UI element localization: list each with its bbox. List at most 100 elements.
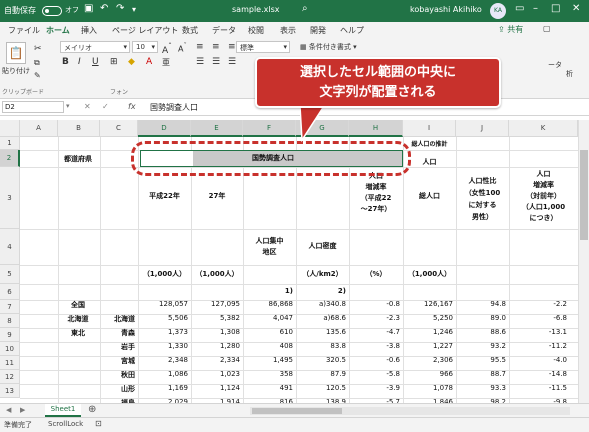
cell-i12[interactable]: 966 <box>403 370 453 378</box>
cell-k13[interactable]: -11.5 <box>509 384 567 392</box>
cell-h5[interactable]: （%） <box>349 269 403 279</box>
save-icon[interactable]: ▣ <box>84 3 93 14</box>
phonetic-icon[interactable]: 亜 <box>162 57 170 68</box>
formula-input[interactable]: 国勢調査人口 <box>150 102 198 113</box>
cell-f4[interactable]: 人口集中 地区 <box>243 236 296 258</box>
col-header-k[interactable]: K <box>509 120 578 137</box>
align-top-icon[interactable]: ≡ <box>196 42 204 52</box>
row-header-5[interactable]: 5 <box>0 265 20 284</box>
cell-f6[interactable]: 1) <box>243 287 293 295</box>
col-header-a[interactable]: A <box>20 120 58 137</box>
minimize-icon[interactable]: – <box>533 3 538 14</box>
customize-qat-icon[interactable]: ▾ <box>132 5 136 14</box>
cell-g9[interactable]: 135.6 <box>296 328 346 336</box>
cell-f8[interactable]: 4,047 <box>243 314 293 322</box>
bold-icon[interactable]: B <box>62 57 69 67</box>
cancel-icon[interactable]: ✕ <box>84 102 91 111</box>
fill-color-icon[interactable]: ◆ <box>128 57 135 67</box>
cell-h13[interactable]: -3.9 <box>349 384 400 392</box>
row-header-6[interactable]: 6 <box>0 284 20 300</box>
h-scrollbar-thumb[interactable] <box>252 408 342 414</box>
cell-d9[interactable]: 1,373 <box>138 328 188 336</box>
cell-b7[interactable]: 全国 <box>58 300 98 310</box>
cell-g4[interactable]: 人口密度 <box>296 241 349 251</box>
tab-page-layout[interactable]: ページ レイアウト <box>112 25 178 36</box>
cell-g5[interactable]: （人/km2） <box>296 269 349 279</box>
row-header-7[interactable]: 7 <box>0 300 20 314</box>
cell-i10[interactable]: 1,227 <box>403 342 453 350</box>
paste-icon[interactable]: 📋 <box>6 42 26 64</box>
cell-e11[interactable]: 2,334 <box>191 356 240 364</box>
align-middle-icon[interactable]: ≡ <box>212 42 220 52</box>
align-left-icon[interactable]: ☰ <box>196 57 204 67</box>
cell-i11[interactable]: 2,306 <box>403 356 453 364</box>
cell-j12[interactable]: 88.7 <box>456 370 506 378</box>
analyze-data-label[interactable]: ータ <box>548 60 562 70</box>
cell-b2[interactable]: 都道府県 <box>64 154 92 164</box>
cell-f10[interactable]: 408 <box>243 342 293 350</box>
row-header-13[interactable]: 13 <box>0 384 20 398</box>
cell-g8[interactable]: a)68.6 <box>296 314 346 322</box>
font-size-select[interactable]: 10 ▾ <box>132 41 158 53</box>
cell-k7[interactable]: -2.2 <box>509 300 567 308</box>
italic-icon[interactable]: I <box>78 57 81 67</box>
cell-j9[interactable]: 88.6 <box>456 328 506 336</box>
cell-k12[interactable]: -14.8 <box>509 370 567 378</box>
cell-i9[interactable]: 1,246 <box>403 328 453 336</box>
row-header-11[interactable]: 11 <box>0 356 20 370</box>
cell-e7[interactable]: 127,095 <box>191 300 240 308</box>
cell-c9[interactable]: 青森 <box>100 328 135 338</box>
cell-h10[interactable]: -3.8 <box>349 342 400 350</box>
tab-file[interactable]: ファイル <box>8 25 40 36</box>
row-header-8[interactable]: 8 <box>0 314 20 328</box>
cell-h11[interactable]: -0.6 <box>349 356 400 364</box>
cell-g7[interactable]: a)340.8 <box>296 300 346 308</box>
cell-d12[interactable]: 1,086 <box>138 370 188 378</box>
add-sheet-icon[interactable]: ⊕ <box>88 404 96 415</box>
cell-i7[interactable]: 126,167 <box>403 300 453 308</box>
cell-k10[interactable]: -11.2 <box>509 342 567 350</box>
tab-help[interactable]: ヘルプ <box>340 25 364 36</box>
row-header-9[interactable]: 9 <box>0 328 20 342</box>
underline-icon[interactable]: U <box>92 57 99 67</box>
cell-f7[interactable]: 86,868 <box>243 300 294 308</box>
col-header-c[interactable]: C <box>100 120 138 137</box>
cell-i1[interactable]: 総人口の推計 <box>403 139 456 148</box>
align-center-icon[interactable]: ☰ <box>212 57 220 67</box>
cell-d5[interactable]: （1,000人） <box>138 269 191 279</box>
cell-e3[interactable]: 27年 <box>191 191 243 201</box>
cell-i13[interactable]: 1,078 <box>403 384 453 392</box>
cell-c11[interactable]: 宮城 <box>100 356 135 366</box>
font-name-select[interactable]: メイリオ ▾ <box>60 41 130 53</box>
cell-d13[interactable]: 1,169 <box>138 384 188 392</box>
cell-c8[interactable]: 北海道 <box>100 314 135 324</box>
cell-e5[interactable]: （1,000人） <box>191 269 243 279</box>
row-header-3[interactable]: 3 <box>0 167 20 229</box>
increase-font-icon[interactable]: Aˆ <box>162 42 172 56</box>
format-painter-icon[interactable]: ✎ <box>34 71 41 80</box>
tab-insert[interactable]: 挿入 <box>81 25 97 36</box>
tab-developer[interactable]: 開発 <box>310 25 326 36</box>
cell-d11[interactable]: 2,348 <box>138 356 188 364</box>
cell-d3[interactable]: 平成22年 <box>138 191 191 201</box>
close-icon[interactable]: ✕ <box>572 3 580 14</box>
col-header-d[interactable]: D <box>138 120 191 137</box>
cell-k9[interactable]: -13.1 <box>509 328 567 336</box>
tab-home[interactable]: ホーム <box>46 25 70 40</box>
enter-icon[interactable]: ✓ <box>102 102 109 111</box>
cell-g6[interactable]: 2) <box>296 287 346 295</box>
macro-record-icon[interactable]: ⊡ <box>95 419 102 428</box>
tab-data[interactable]: データ <box>212 25 236 36</box>
copy-icon[interactable]: ⧉ <box>34 58 40 68</box>
col-header-b[interactable]: B <box>58 120 100 137</box>
tab-formulas[interactable]: 数式 <box>182 25 198 36</box>
search-icon[interactable]: ⌕ <box>302 3 308 14</box>
font-color-icon[interactable]: A <box>146 57 152 67</box>
avatar[interactable]: KA <box>490 3 506 19</box>
conditional-format-button[interactable]: ▦ 条件付き書式 ▾ <box>300 42 357 52</box>
col-header-h[interactable]: H <box>349 120 403 137</box>
autosave-toggle[interactable] <box>42 6 62 16</box>
redo-icon[interactable]: ↷ <box>116 3 124 14</box>
cell-c13[interactable]: 山形 <box>100 384 135 394</box>
name-box-dropdown-icon[interactable]: ▾ <box>66 102 70 110</box>
